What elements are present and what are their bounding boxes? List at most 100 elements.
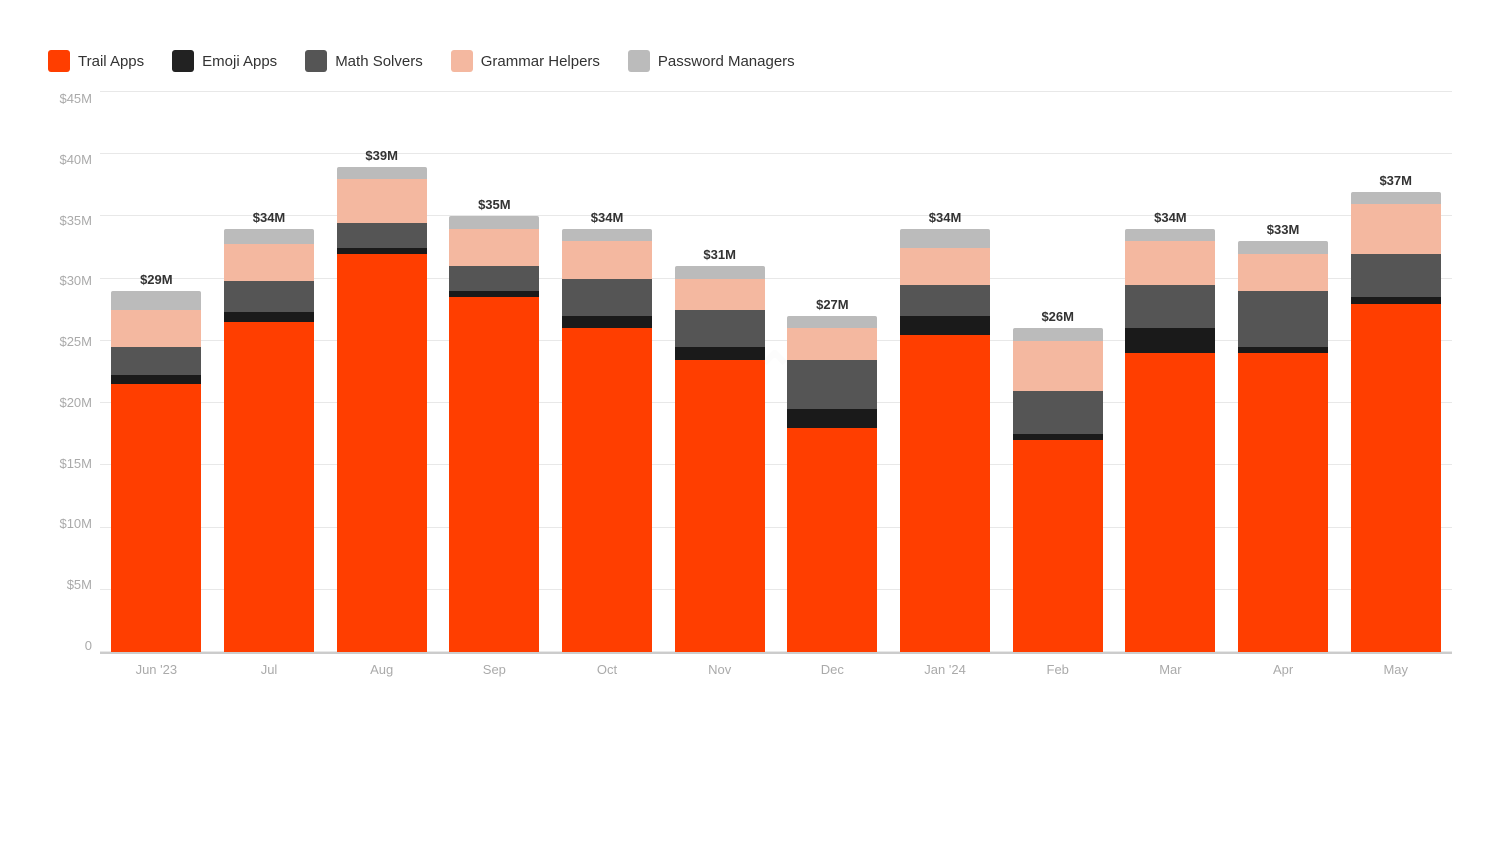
bar-segment-password: [1013, 328, 1103, 340]
x-label: Aug: [325, 654, 438, 677]
stacked-bar: [562, 229, 652, 652]
bar-segment-trail: [1125, 353, 1215, 652]
bar-segment-password: [1125, 229, 1215, 241]
bar-segment-emoji: [1125, 328, 1215, 353]
bar-segment-trail: [562, 328, 652, 652]
bar-segment-grammar: [224, 244, 314, 281]
legend-label: Grammar Helpers: [481, 53, 600, 70]
bar-segment-grammar: [1013, 341, 1103, 391]
bar-total-label: $27M: [816, 297, 849, 312]
bar-segment-trail: [1013, 440, 1103, 652]
legend-item-emoji-apps: Emoji Apps: [172, 50, 277, 72]
bar-total-label: $34M: [929, 210, 962, 225]
stacked-bar: [449, 216, 539, 652]
legend-label: Password Managers: [658, 53, 795, 70]
bar-group: $37M: [1339, 92, 1452, 652]
x-label: Dec: [776, 654, 889, 677]
bar-total-label: $29M: [140, 272, 173, 287]
bar-segment-math: [1125, 285, 1215, 329]
bar-group: $27M: [776, 92, 889, 652]
stacked-bar: [337, 167, 427, 652]
x-label: Nov: [663, 654, 776, 677]
bar-total-label: $35M: [478, 197, 511, 212]
y-label: $40M: [48, 153, 100, 166]
bar-segment-grammar: [1125, 241, 1215, 285]
stacked-bar: [1125, 229, 1215, 652]
legend-item-grammar-helpers: Grammar Helpers: [451, 50, 600, 72]
bar-segment-password: [900, 229, 990, 248]
y-label: $15M: [48, 457, 100, 470]
bar-segment-grammar: [111, 310, 201, 347]
bar-segment-grammar: [562, 241, 652, 278]
bar-segment-password: [337, 167, 427, 179]
bar-segment-password: [787, 316, 877, 328]
legend-swatch: [48, 50, 70, 72]
bar-segment-grammar: [787, 328, 877, 359]
bar-segment-trail: [900, 335, 990, 652]
bar-group: $34M: [551, 92, 664, 652]
bar-segment-trail: [337, 254, 427, 652]
bar-segment-math: [1013, 391, 1103, 435]
bar-segment-math: [900, 285, 990, 316]
x-label: Jun '23: [100, 654, 213, 677]
bar-segment-grammar: [1238, 254, 1328, 291]
bar-segment-grammar: [1351, 204, 1441, 254]
x-label: Apr: [1227, 654, 1340, 677]
bar-segment-password: [562, 229, 652, 241]
legend-item-password-managers: Password Managers: [628, 50, 795, 72]
bar-segment-password: [1351, 192, 1441, 204]
stacked-bar: [111, 291, 201, 652]
x-label: Oct: [551, 654, 664, 677]
x-labels-row: Jun '23JulAugSepOctNovDecJan '24FebMarAp…: [100, 654, 1452, 677]
bars-and-grid: $29M$34M$39M$35M$34M$31M$27M$34M$26M$34M…: [100, 92, 1452, 652]
bar-segment-math: [1238, 291, 1328, 347]
stacked-bar: [675, 266, 765, 652]
bar-segment-math: [337, 223, 427, 248]
bar-total-label: $34M: [1154, 210, 1187, 225]
stacked-bar: [1238, 241, 1328, 652]
bar-segment-emoji: [900, 316, 990, 335]
bar-segment-math: [1351, 254, 1441, 298]
y-label: $35M: [48, 214, 100, 227]
bar-total-label: $39M: [365, 148, 398, 163]
bar-segment-trail: [1238, 353, 1328, 652]
legend-label: Trail Apps: [78, 53, 144, 70]
bar-group: $26M: [1001, 92, 1114, 652]
y-label: $45M: [48, 92, 100, 105]
bar-segment-grammar: [337, 179, 427, 223]
bar-group: $33M: [1227, 92, 1340, 652]
bar-segment-password: [1238, 241, 1328, 253]
legend-label: Math Solvers: [335, 53, 423, 70]
bar-segment-grammar: [900, 248, 990, 285]
chart-area: 0$5M$10M$15M$20M$25M$30M$35M$40M$45M $29…: [48, 92, 1452, 652]
y-label: 0: [48, 639, 100, 652]
y-label: $10M: [48, 517, 100, 530]
bar-segment-grammar: [675, 279, 765, 310]
bar-segment-password: [224, 229, 314, 244]
bar-segment-math: [111, 347, 201, 374]
legend-swatch: [628, 50, 650, 72]
legend-swatch: [451, 50, 473, 72]
bar-segment-password: [449, 216, 539, 228]
bar-segment-emoji: [111, 375, 201, 385]
bars-row: $29M$34M$39M$35M$34M$31M$27M$34M$26M$34M…: [100, 92, 1452, 652]
bar-segment-emoji: [675, 347, 765, 359]
bar-segment-password: [675, 266, 765, 278]
bar-total-label: $34M: [591, 210, 624, 225]
chart-legend: Trail Apps Emoji Apps Math Solvers Grammar …: [48, 50, 1452, 72]
bar-segment-math: [224, 281, 314, 312]
bar-segment-password: [111, 291, 201, 310]
y-axis: 0$5M$10M$15M$20M$25M$30M$35M$40M$45M: [48, 92, 100, 652]
stacked-bar: [900, 229, 990, 652]
bar-group: $34M: [889, 92, 1002, 652]
y-label: $20M: [48, 396, 100, 409]
bar-group: $31M: [663, 92, 776, 652]
bar-group: $35M: [438, 92, 551, 652]
x-label: Jul: [213, 654, 326, 677]
bar-group: $29M: [100, 92, 213, 652]
bar-total-label: $26M: [1041, 309, 1074, 324]
legend-swatch: [172, 50, 194, 72]
y-label: $5M: [48, 578, 100, 591]
bar-segment-trail: [111, 384, 201, 652]
bar-segment-grammar: [449, 229, 539, 266]
